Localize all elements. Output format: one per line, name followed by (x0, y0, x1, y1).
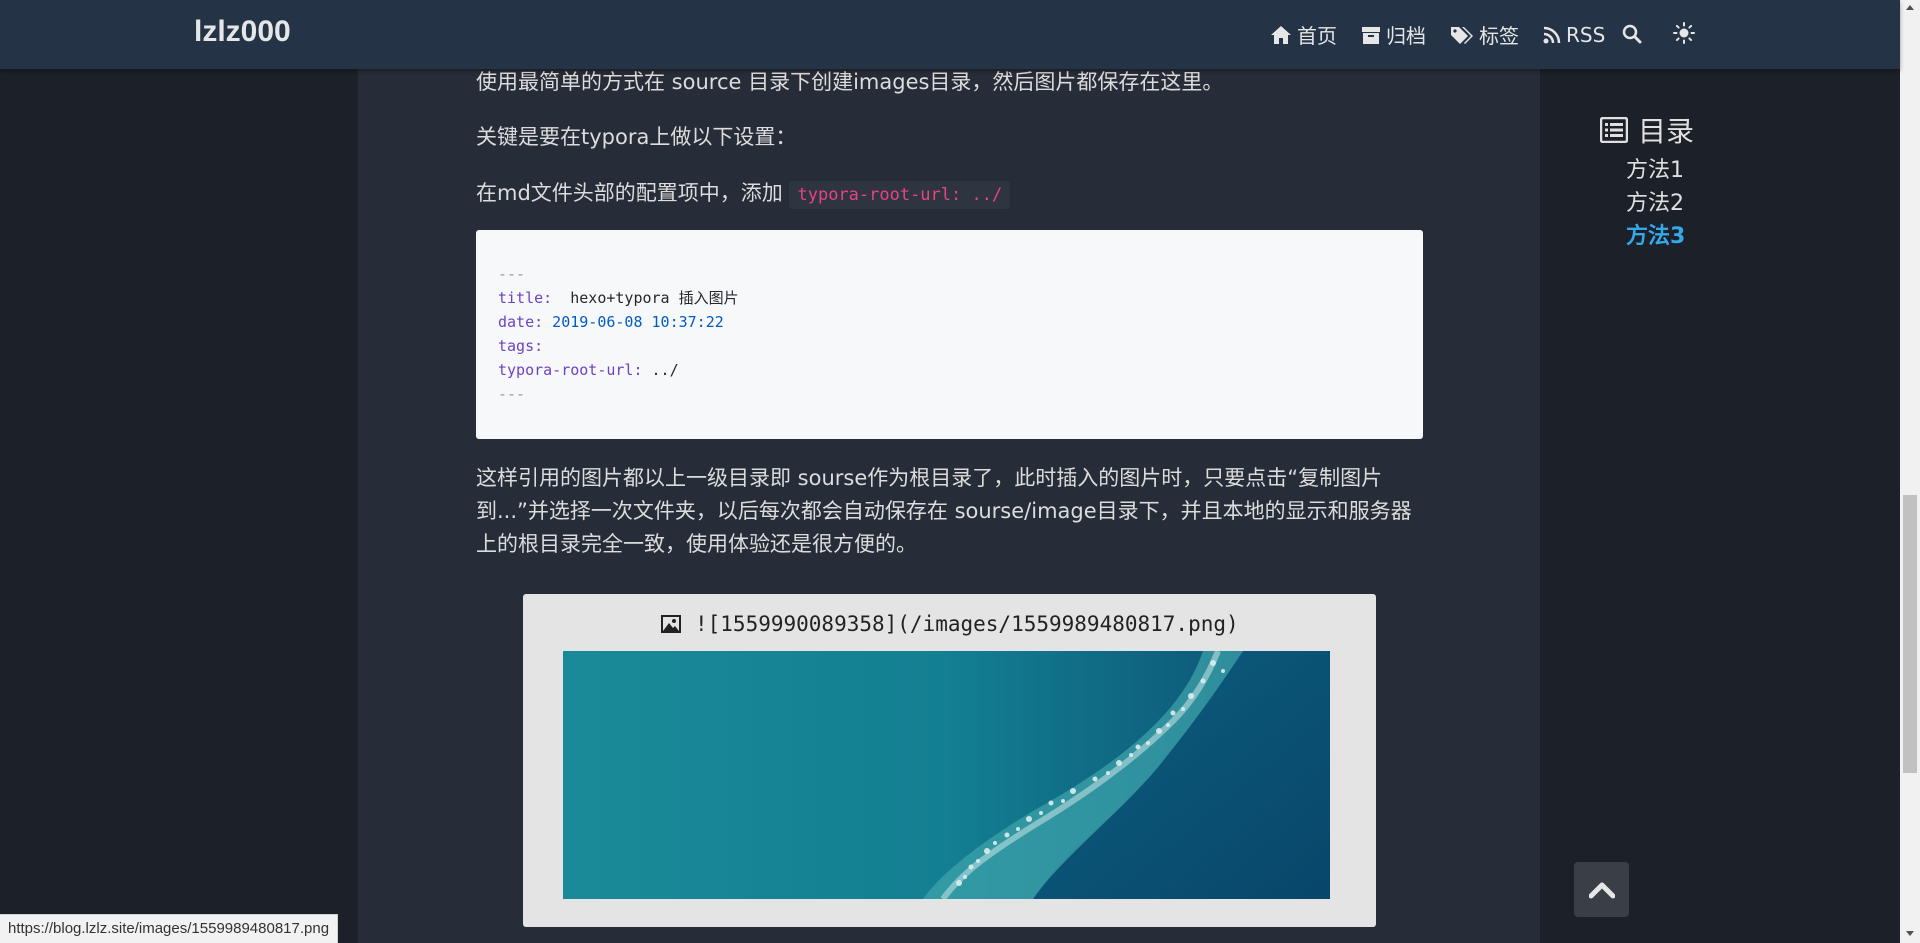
back-to-top-button[interactable] (1574, 862, 1629, 917)
toc-item-method2[interactable]: 方法2 (1626, 187, 1694, 220)
scrollbar-thumb[interactable] (1903, 495, 1917, 773)
code-block: --- title: hexo+typora 插入图片 date: 2019-0… (476, 230, 1423, 439)
search-icon (1622, 24, 1642, 44)
nav-item-archive-label: 归档 (1386, 24, 1426, 48)
paragraph-images-dir: 使用最简单的方式在 source 目录下创建images目录，然后图片都保存在这… (476, 70, 1224, 94)
right-background (1540, 0, 1900, 943)
code-line: --- (498, 385, 526, 403)
nav-item-home-label: 首页 (1297, 24, 1337, 48)
nav-item-tags-label: 标签 (1479, 24, 1519, 48)
ocean-coastline-image[interactable] (563, 651, 1330, 899)
toc-item-method1[interactable]: 方法1 (1626, 154, 1694, 187)
page: lzlz000 首页 归档 标签 RSS 使用最简单的方式在 source 目录… (0, 0, 1920, 943)
scrollbar[interactable] (1900, 0, 1920, 943)
code-value: hexo+typora 插入图片 (552, 289, 739, 307)
image-alt-text[interactable]: ![1559990089358](/images/1559989480817.p… (523, 612, 1376, 636)
toc-item-method3[interactable]: 方法3 (1626, 220, 1694, 253)
code-key: title: (498, 289, 553, 307)
rss-icon (1543, 26, 1561, 43)
code-value: ../ (642, 361, 679, 379)
list-icon (1600, 117, 1628, 143)
code-line: title: hexo+typora 插入图片 (498, 286, 1401, 310)
scroll-up-arrow-icon[interactable] (1906, 5, 1914, 10)
code-line: tags: (498, 334, 1401, 358)
search-button[interactable] (1622, 24, 1642, 48)
code-key: typora-root-url: (498, 361, 643, 379)
nav-item-home[interactable]: 首页 (1270, 20, 1337, 49)
sun-icon (1673, 22, 1695, 44)
toc-title-label: 目录 (1638, 115, 1695, 148)
code-value: 2019-06-08 10:37:22 (543, 313, 724, 331)
paragraph-config-text: 在md文件头部的配置项中，添加 (476, 181, 783, 205)
ocean-aerial-photo (563, 651, 1330, 899)
navbar: lzlz000 首页 归档 标签 RSS (0, 0, 1900, 69)
image-figure: ![1559990089358](/images/1559989480817.p… (523, 594, 1376, 927)
archive-icon (1362, 26, 1380, 44)
link-status-bar: https://blog.lzlz.site/images/1559989480… (0, 914, 339, 943)
toc-title: 目录 (1600, 110, 1694, 150)
tags-icon (1451, 26, 1473, 44)
code-key: tags: (498, 337, 544, 355)
code-line: typora-root-url: ../ (498, 358, 1401, 382)
theme-toggle-button[interactable] (1673, 22, 1695, 48)
scroll-down-arrow-icon[interactable] (1906, 931, 1914, 936)
chevron-up-icon (1588, 882, 1615, 898)
inline-code: typora-root-url: ../ (789, 181, 1011, 209)
code-line: date: 2019-06-08 10:37:22 (498, 310, 1401, 334)
paragraph-config-item: 在md文件头部的配置项中，添加 typora-root-url: ../ (476, 177, 1423, 212)
nav-item-rss-label: RSS (1566, 22, 1606, 47)
image-caption-text: ![1559990089358](/images/1559989480817.p… (695, 612, 1239, 636)
code-key: date: (498, 313, 544, 331)
home-icon (1271, 25, 1291, 44)
nav-item-archive[interactable]: 归档 (1361, 20, 1426, 49)
nav-item-rss[interactable]: RSS (1543, 23, 1605, 47)
broken-image-icon (661, 615, 682, 633)
table-of-contents: 目录 方法1 方法2 方法3 (1600, 110, 1694, 253)
paragraph-typora-setting: 关键是要在typora上做以下设置： (476, 125, 797, 149)
site-brand[interactable]: lzlz000 (194, 15, 291, 49)
left-background (0, 0, 358, 943)
paragraph-root-dir-explanation: 这样引用的图片都以上一级目录即 sourse作为根目录了，此时插入的图片时，只要… (476, 466, 1412, 556)
nav-item-tags[interactable]: 标签 (1450, 20, 1519, 49)
nav-menu: 首页 归档 标签 RSS (1270, 20, 1629, 49)
code-line: --- (498, 265, 526, 283)
